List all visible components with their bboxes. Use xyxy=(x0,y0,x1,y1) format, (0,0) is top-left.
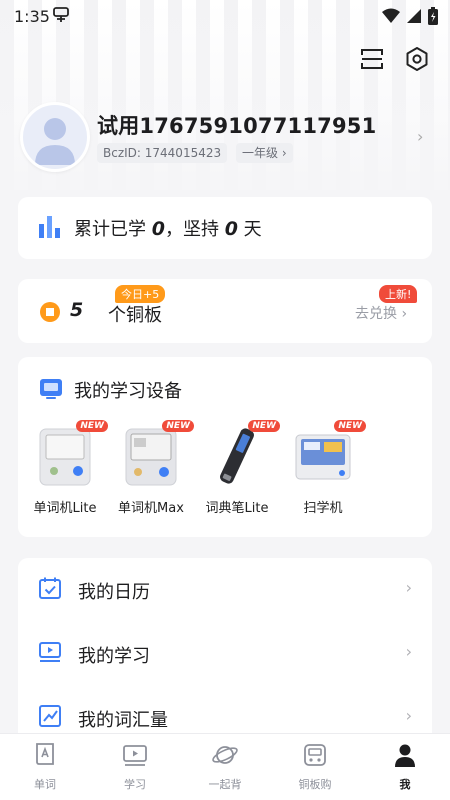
trend-chart-icon xyxy=(39,705,61,727)
stats-prefix: 累计已学 xyxy=(74,219,152,240)
tab-label: 学习 xyxy=(124,778,146,791)
chevron-right-icon: › xyxy=(401,306,408,322)
tab-study[interactable]: 学习 xyxy=(90,734,180,800)
profile-chevron-icon[interactable]: › xyxy=(417,127,423,146)
play-screen-icon xyxy=(123,745,147,766)
device-label: 单词机Lite xyxy=(33,501,97,516)
bottom-nav: 单词 学习 一起背 铜板购 我 xyxy=(0,733,450,800)
coin-icon xyxy=(40,302,60,322)
stats-card[interactable]: 累计已学 0，坚持 0 天 xyxy=(18,197,432,259)
status-bar: 1:35 xyxy=(0,0,450,32)
device-item-word-machine-lite[interactable]: NEW 单词机Lite xyxy=(21,420,109,516)
battery-icon xyxy=(428,7,438,25)
new-badge: NEW xyxy=(162,420,194,432)
video-screen-icon xyxy=(39,642,61,662)
days-count: 0 xyxy=(224,218,238,240)
new-badge: NEW xyxy=(334,420,366,432)
grade-chip[interactable]: 一年级 › xyxy=(236,143,293,163)
menu-label: 我的词汇量 xyxy=(78,710,168,731)
menu-item-my-learning[interactable]: 我的学习 › xyxy=(18,622,432,686)
stats-suffix: 天 xyxy=(237,219,262,240)
exchange-link[interactable]: 去兑换 › xyxy=(355,303,407,323)
bcz-id-chip: BczID: 1744015423 xyxy=(97,143,228,163)
default-avatar-icon xyxy=(35,118,75,165)
tab-label: 单词 xyxy=(34,778,56,791)
status-time: 1:35 xyxy=(14,7,50,26)
status-right xyxy=(382,7,438,25)
wifi-icon xyxy=(382,8,400,23)
book-a-icon xyxy=(36,743,54,765)
bar-chart-icon xyxy=(39,216,60,238)
chevron-right-icon: › xyxy=(405,706,412,725)
stats-text: 累计已学 0，坚持 0 天 xyxy=(74,215,262,241)
planet-icon xyxy=(212,746,238,764)
menu-label: 我的学习 xyxy=(78,646,150,667)
dictionary-pen-icon xyxy=(220,428,254,484)
exchange-label: 去兑换 xyxy=(355,306,397,322)
new-badge: NEW xyxy=(248,420,280,432)
device-item-word-machine-max[interactable]: NEW 单词机Max xyxy=(107,420,195,516)
word-machine-lite-icon xyxy=(39,428,91,486)
devices-card: 我的学习设备 NEW 单词机Lite NEW 单词机Max NEW 词典笔Lit… xyxy=(18,357,432,537)
tab-label: 一起背 xyxy=(208,778,242,791)
tab-label: 铜板购 xyxy=(298,778,332,791)
device-label: 词典笔Lite xyxy=(205,501,269,516)
settings-icon[interactable] xyxy=(404,46,430,72)
devices-title: 我的学习设备 xyxy=(74,381,182,402)
tab-me[interactable]: 我 xyxy=(360,734,450,800)
menu-label: 我的日历 xyxy=(78,582,150,603)
menu-item-calendar[interactable]: 我的日历 › xyxy=(18,558,432,622)
tab-together[interactable]: 一起背 xyxy=(180,734,270,800)
avatar[interactable] xyxy=(20,102,90,172)
coins-card[interactable]: 5 个铜板 今日+5 上新! 去兑换 › xyxy=(18,279,432,343)
menu-card: 我的日历 › 我的学习 › 我的词汇量 › xyxy=(18,558,432,748)
device-item-dictionary-pen-lite[interactable]: NEW 词典笔Lite xyxy=(193,420,281,516)
tab-coin-shop[interactable]: 铜板购 xyxy=(270,734,360,800)
new-badge: NEW xyxy=(76,420,108,432)
tab-label: 我 xyxy=(399,778,411,791)
tab-words[interactable]: 单词 xyxy=(0,734,90,800)
username: 试用1767591077117951 xyxy=(97,114,377,138)
device-item-scanner[interactable]: NEW 扫学机 xyxy=(279,420,367,516)
stats-middle: ，坚持 xyxy=(164,219,225,240)
coin-count: 5 xyxy=(70,299,84,321)
today-bonus-tag: 今日+5 xyxy=(115,285,166,303)
chevron-right-icon: › xyxy=(405,642,412,661)
learned-count: 0 xyxy=(151,218,165,240)
scanner-icon xyxy=(295,434,351,480)
grade-label: 一年级 xyxy=(242,146,279,160)
game-console-icon xyxy=(304,744,326,766)
chevron-right-icon: › xyxy=(405,578,412,597)
person-icon xyxy=(395,744,415,767)
notification-icon xyxy=(53,7,69,22)
device-screen-icon xyxy=(40,379,62,399)
device-label: 扫学机 xyxy=(303,501,343,516)
device-label: 单词机Max xyxy=(118,501,184,516)
scan-icon[interactable] xyxy=(359,46,385,72)
new-items-tag: 上新! xyxy=(379,285,418,303)
coin-label: 个铜板 xyxy=(108,305,162,326)
word-machine-max-icon xyxy=(125,428,177,486)
chevron-right-icon: › xyxy=(281,146,287,160)
signal-icon xyxy=(407,9,421,23)
calendar-icon xyxy=(39,577,61,599)
